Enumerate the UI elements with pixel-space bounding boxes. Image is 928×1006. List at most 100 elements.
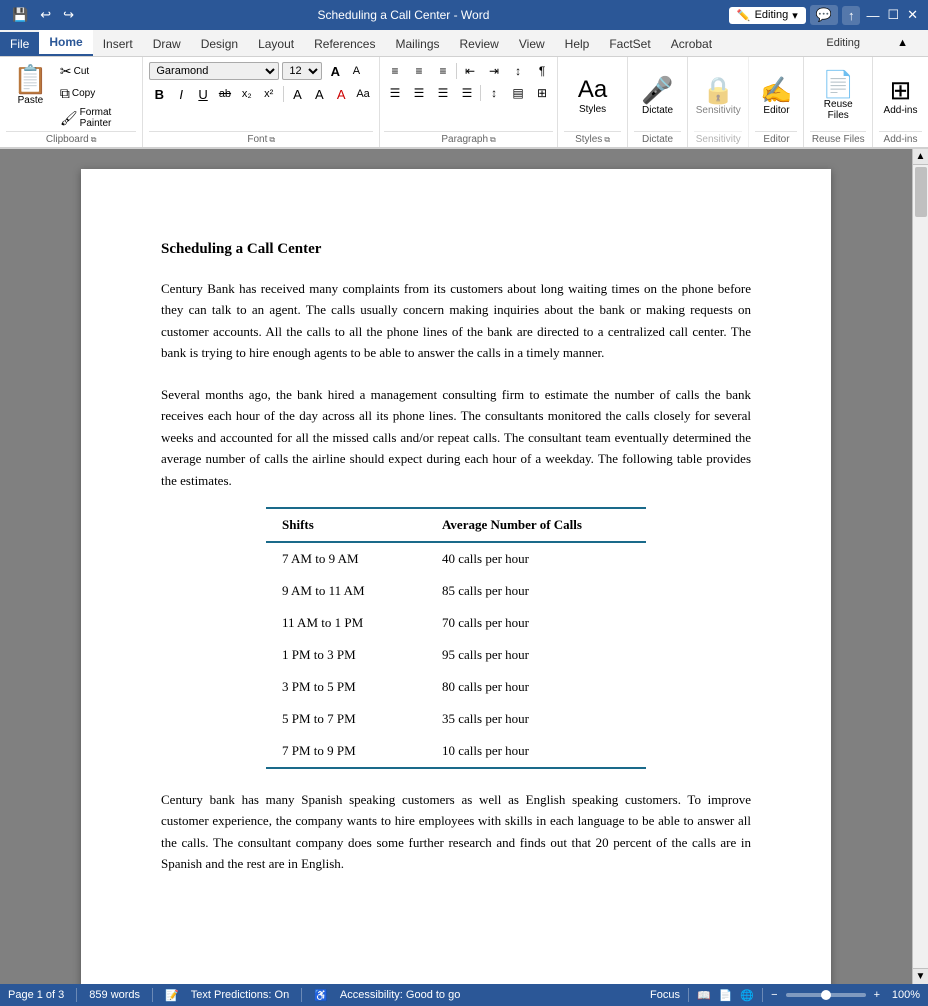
- tab-acrobat[interactable]: Acrobat: [661, 32, 722, 56]
- focus-button[interactable]: Focus: [650, 989, 680, 1001]
- clipboard-expand-icon[interactable]: ⧉: [91, 135, 97, 145]
- tab-review[interactable]: Review: [450, 32, 509, 56]
- zoom-thumb: [821, 990, 831, 1000]
- grow-font-button[interactable]: A: [325, 61, 345, 81]
- shrink-font-button[interactable]: A: [346, 61, 366, 81]
- paragraph-expand-icon[interactable]: ⧉: [490, 135, 496, 145]
- tab-factset[interactable]: FactSet: [599, 32, 660, 56]
- quick-redo-icon[interactable]: ↪: [59, 5, 78, 25]
- align-center-button[interactable]: ☰: [408, 83, 430, 103]
- line-spacing-button[interactable]: ↕: [483, 83, 505, 103]
- tab-references[interactable]: References: [304, 32, 385, 56]
- tab-design[interactable]: Design: [191, 32, 248, 56]
- text-effects-button[interactable]: A: [288, 84, 308, 104]
- copy-button[interactable]: ⧉ Copy: [57, 83, 137, 104]
- zoom-level[interactable]: 100%: [888, 989, 920, 1001]
- multilevel-list-button[interactable]: ≡: [432, 61, 454, 81]
- scroll-track[interactable]: [913, 165, 928, 968]
- font-size-select[interactable]: 12: [282, 62, 322, 80]
- page-info: Page 1 of 3: [8, 989, 64, 1001]
- reuse-files-group-label: Reuse Files: [810, 131, 866, 145]
- sort-button[interactable]: ↕: [507, 61, 529, 81]
- font-case-button[interactable]: Aa: [353, 84, 373, 104]
- shading-button[interactable]: ▤: [507, 83, 529, 103]
- zoom-slider[interactable]: [786, 993, 866, 997]
- zoom-in-button[interactable]: +: [874, 989, 880, 1001]
- editor-button[interactable]: ✍ Editor: [756, 73, 796, 120]
- accessibility-icon[interactable]: ♿: [314, 989, 328, 1002]
- cut-label: Cut: [74, 66, 90, 77]
- paragraph-row2: ☰ ☰ ☰ ☰ ↕ ▤ ⊞: [384, 83, 553, 103]
- decrease-indent-button[interactable]: ⇤: [459, 61, 481, 81]
- quick-save-icon[interactable]: 💾: [8, 5, 32, 25]
- sensitivity-button[interactable]: 🔒 Sensitivity: [692, 73, 745, 120]
- font-format-row: B I U ab x₂ x² A A A Aa: [149, 84, 373, 104]
- strikethrough-button[interactable]: ab: [215, 84, 235, 104]
- dictate-button[interactable]: 🎤 Dictate: [637, 73, 677, 120]
- view-print-icon[interactable]: 📄: [719, 989, 733, 1002]
- paragraph-2: Several months ago, the bank hired a man…: [161, 384, 751, 491]
- align-left-button[interactable]: ☰: [384, 83, 406, 103]
- window-title: Scheduling a Call Center - Word: [78, 8, 729, 22]
- tab-insert[interactable]: Insert: [93, 32, 143, 56]
- ribbon-collapse-icon[interactable]: ▲: [897, 37, 908, 49]
- tab-view[interactable]: View: [509, 32, 555, 56]
- font-name-row: Garamond 12 A A: [149, 61, 373, 81]
- underline-button[interactable]: U: [193, 84, 213, 104]
- editing-mode-btn[interactable]: ✏️ Editing ▾: [729, 7, 806, 24]
- tab-file[interactable]: File: [0, 32, 39, 56]
- paste-button[interactable]: 📋 Paste: [6, 61, 55, 131]
- superscript-button[interactable]: x²: [259, 84, 279, 104]
- comments-icon[interactable]: 💬: [810, 5, 838, 25]
- table-cell-shift: 7 PM to 9 PM: [266, 735, 426, 768]
- scroll-thumb[interactable]: [915, 167, 927, 217]
- borders-button[interactable]: ⊞: [531, 83, 553, 103]
- ribbon-tabs: File Home Insert Draw Design Layout Refe…: [0, 30, 928, 57]
- subscript-button[interactable]: x₂: [237, 84, 257, 104]
- tab-draw[interactable]: Draw: [143, 32, 191, 56]
- align-right-button[interactable]: ☰: [432, 83, 454, 103]
- justify-button[interactable]: ☰: [456, 83, 478, 103]
- highlight-color-button[interactable]: A: [309, 84, 329, 104]
- tab-mailings[interactable]: Mailings: [385, 32, 449, 56]
- view-read-icon[interactable]: 📖: [697, 989, 711, 1002]
- view-web-icon[interactable]: 🌐: [740, 989, 754, 1002]
- tab-layout[interactable]: Layout: [248, 32, 304, 56]
- scroll-down-button[interactable]: ▼: [913, 968, 928, 984]
- addins-button[interactable]: ⊞ Add-ins: [880, 73, 922, 120]
- document-scroll-area[interactable]: Scheduling a Call Center Century Bank ha…: [0, 149, 912, 984]
- close-icon[interactable]: ✕: [905, 5, 920, 25]
- table-header-shifts: Shifts: [266, 508, 426, 542]
- vertical-scrollbar[interactable]: ▲ ▼: [912, 149, 928, 984]
- cut-button[interactable]: ✂ Cut: [57, 61, 137, 82]
- paste-icon: 📋: [13, 66, 48, 94]
- format-painter-button[interactable]: 🖌 Format Painter: [57, 105, 137, 131]
- document-page: Scheduling a Call Center Century Bank ha…: [81, 169, 831, 984]
- styles-icon: Aa: [578, 78, 607, 102]
- italic-button[interactable]: I: [171, 84, 191, 104]
- bold-button[interactable]: B: [149, 84, 169, 104]
- paragraph-1: Century Bank has received many complaint…: [161, 278, 751, 364]
- restore-icon[interactable]: ☐: [885, 5, 901, 25]
- numbered-list-button[interactable]: ≡: [408, 61, 430, 81]
- increase-indent-button[interactable]: ⇥: [483, 61, 505, 81]
- show-formatting-button[interactable]: ¶: [531, 61, 553, 81]
- reuse-files-button[interactable]: 📄 Reuse Files: [810, 67, 866, 125]
- font-name-select[interactable]: Garamond: [149, 62, 279, 80]
- quick-undo-icon[interactable]: ↩: [36, 5, 55, 25]
- share-icon[interactable]: ↑: [842, 6, 861, 25]
- font-color-button[interactable]: A: [331, 84, 351, 104]
- minimize-icon[interactable]: —: [864, 6, 881, 25]
- tab-home[interactable]: Home: [39, 30, 92, 56]
- bullet-list-button[interactable]: ≡: [384, 61, 406, 81]
- styles-button[interactable]: Aa Styles: [574, 74, 611, 119]
- editing-pencil-icon: ✏️: [737, 9, 751, 22]
- para-divider1: [456, 63, 457, 79]
- scroll-up-button[interactable]: ▲: [913, 149, 928, 165]
- zoom-out-button[interactable]: −: [771, 989, 777, 1001]
- tab-help[interactable]: Help: [555, 32, 600, 56]
- font-size-controls: A A: [325, 61, 366, 81]
- track-changes-icon[interactable]: 📝: [165, 989, 179, 1002]
- font-expand-icon[interactable]: ⧉: [269, 135, 275, 145]
- styles-expand-icon[interactable]: ⧉: [604, 135, 610, 145]
